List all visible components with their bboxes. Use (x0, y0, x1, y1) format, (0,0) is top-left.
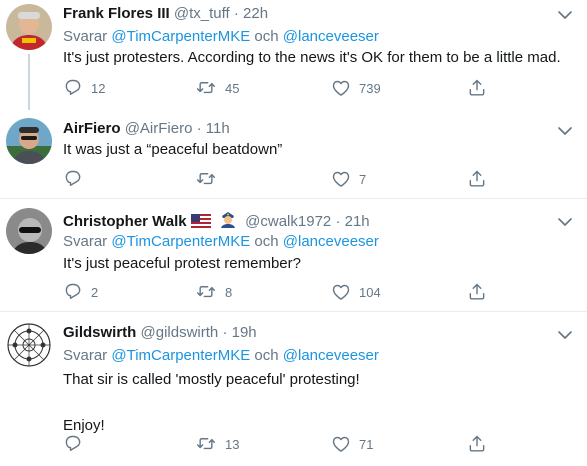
separator: · (233, 5, 239, 22)
tweet-header: Gildswirth @gildswirth · 19h (63, 323, 257, 342)
tweet[interactable]: Christopher Walk @cwalk1972 · 21h Svarar… (0, 199, 587, 311)
share-button[interactable] (467, 282, 487, 302)
reply-icon (65, 435, 81, 451)
share-icon (469, 79, 485, 96)
like-count: 7 (359, 171, 367, 187)
like-icon (332, 80, 350, 96)
display-name[interactable]: Christopher Walk (63, 213, 187, 230)
like-button[interactable]: 71 (331, 434, 373, 454)
tweet-actions: 13 71 (63, 434, 485, 454)
tweet[interactable]: AirFiero @AirFiero · 11h It was just a “… (0, 108, 587, 198)
separator: · (335, 213, 341, 230)
tweet-text: It was just a “peaceful beatdown” (63, 141, 283, 158)
more-icon[interactable] (555, 124, 575, 138)
retweet-button[interactable]: 45 (195, 78, 239, 98)
retweet-count: 8 (225, 284, 233, 300)
mention-link[interactable]: @TimCarpenterMKE (111, 347, 250, 364)
reply-button[interactable] (63, 169, 91, 189)
mention-link[interactable]: @lanceveeser (283, 233, 379, 250)
tweet-header: Frank Flores III @tx_tuff · 22h (63, 4, 268, 23)
reply-count: 2 (91, 284, 99, 300)
display-name[interactable]: AirFiero (63, 120, 121, 137)
mention-link[interactable]: @TimCarpenterMKE (111, 233, 250, 250)
display-name[interactable]: Frank Flores III (63, 5, 170, 22)
retweet-icon (196, 286, 216, 298)
like-icon (332, 284, 350, 300)
reply-context: Svarar @TimCarpenterMKE och @lanceveeser (63, 346, 379, 365)
user-handle[interactable]: @cwalk1972 (245, 213, 331, 230)
reply-join: och (254, 347, 279, 364)
more-icon[interactable] (555, 328, 575, 342)
display-name[interactable]: Gildswirth (63, 324, 136, 341)
reply-button[interactable]: 2 (63, 282, 98, 302)
retweet-count: 13 (225, 436, 240, 452)
reply-join: och (254, 28, 279, 45)
tweet-header: Christopher Walk @cwalk1972 · 21h (63, 210, 370, 231)
tweet-actions: 7 (63, 169, 485, 189)
share-button[interactable] (467, 434, 487, 454)
more-icon[interactable] (555, 8, 575, 22)
tweet-text: It's just peaceful protest remember? (63, 255, 301, 272)
reply-button[interactable]: 12 (63, 78, 105, 98)
reply-icon (65, 79, 81, 95)
reply-prefix: Svarar (63, 28, 108, 45)
tweet[interactable]: Gildswirth @gildswirth · 19h Svarar @Tim… (0, 312, 587, 466)
like-button[interactable]: 739 (331, 78, 381, 98)
like-icon (332, 436, 350, 452)
user-handle[interactable]: @gildswirth (141, 324, 219, 341)
tweet-actions: 2 8 104 (63, 282, 485, 302)
retweet-button[interactable]: 8 (195, 282, 232, 302)
retweet-icon (196, 438, 216, 450)
timestamp[interactable]: 21h (345, 213, 370, 230)
avatar[interactable] (6, 4, 52, 50)
thread-line (28, 54, 30, 110)
avatar[interactable] (6, 322, 52, 368)
reply-prefix: Svarar (63, 233, 108, 250)
reply-icon (65, 283, 81, 299)
share-button[interactable] (467, 169, 487, 189)
reply-context: Svarar @TimCarpenterMKE och @lanceveeser (63, 232, 379, 251)
share-icon (469, 283, 485, 300)
mention-link[interactable]: @TimCarpenterMKE (111, 28, 250, 45)
timestamp[interactable]: 22h (243, 5, 268, 22)
user-handle[interactable]: @tx_tuff (174, 5, 230, 22)
reply-join: och (254, 233, 279, 250)
share-icon (469, 435, 485, 452)
tweet-text: That sir is called 'mostly peaceful' pro… (63, 371, 360, 434)
us-flag-icon (190, 214, 211, 228)
like-count: 739 (359, 80, 381, 96)
reply-icon (65, 170, 81, 186)
retweet-button[interactable]: 13 (195, 434, 239, 454)
reply-button[interactable] (63, 434, 91, 454)
like-button[interactable]: 104 (331, 282, 381, 302)
separator: · (196, 120, 202, 137)
share-icon (469, 170, 485, 187)
avatar[interactable] (6, 208, 52, 254)
like-count: 71 (359, 436, 374, 452)
avatar[interactable] (6, 118, 52, 164)
mention-link[interactable]: @lanceveeser (283, 347, 379, 364)
like-icon (332, 171, 350, 187)
tweet-text: It's just protesters. According to the n… (63, 49, 561, 66)
tweet[interactable]: Frank Flores III @tx_tuff · 22h Svarar @… (0, 0, 587, 110)
separator: · (222, 324, 228, 341)
tweet-header: AirFiero @AirFiero · 11h (63, 119, 230, 138)
user-handle[interactable]: @AirFiero (125, 120, 193, 137)
timestamp[interactable]: 11h (206, 120, 230, 137)
timestamp[interactable]: 19h (232, 324, 257, 341)
like-count: 104 (359, 284, 381, 300)
retweet-count: 45 (225, 80, 240, 96)
retweet-icon (196, 173, 216, 185)
retweet-icon (196, 82, 216, 94)
share-button[interactable] (467, 78, 487, 98)
more-icon[interactable] (555, 215, 575, 229)
reply-context: Svarar @TimCarpenterMKE och @lanceveeser (63, 27, 379, 46)
reply-prefix: Svarar (63, 347, 108, 364)
tweet-actions: 12 45 739 (63, 78, 485, 98)
mention-link[interactable]: @lanceveeser (283, 28, 379, 45)
reply-count: 12 (91, 80, 106, 96)
retweet-button[interactable] (195, 169, 225, 189)
like-button[interactable]: 7 (331, 169, 366, 189)
police-officer-icon (220, 212, 235, 228)
